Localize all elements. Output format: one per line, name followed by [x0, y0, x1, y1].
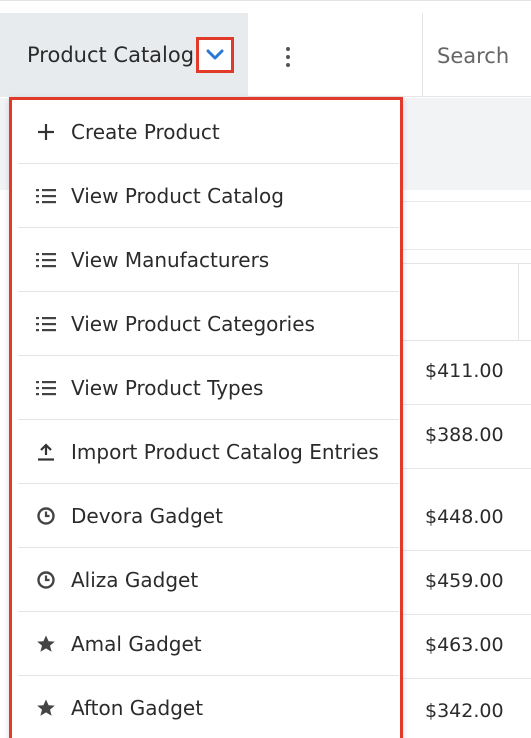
- module-name[interactable]: Product Catalog: [27, 43, 194, 67]
- table-row[interactable]: $448.00: [400, 487, 531, 551]
- menu-item-import-product-catalog-entries[interactable]: Import Product Catalog Entries: [18, 420, 399, 484]
- search-input[interactable]: [437, 41, 531, 71]
- menu-item-label: View Product Categories: [71, 311, 315, 336]
- list-icon: [33, 311, 59, 337]
- menu-item-label: View Product Catalog: [71, 183, 284, 208]
- menu-item-label: Create Product: [71, 119, 220, 144]
- list-icon: [33, 183, 59, 209]
- price-cell: $459.00: [425, 570, 504, 592]
- menu-item-label: Afton Gadget: [71, 695, 204, 720]
- table-row[interactable]: $463.00: [400, 615, 531, 679]
- column-header: [400, 263, 531, 341]
- price-cell: $448.00: [425, 506, 504, 528]
- menu-item-favorite-afton-gadget[interactable]: Afton Gadget: [18, 676, 399, 738]
- menu-item-label: View Manufacturers: [71, 247, 270, 272]
- module-dropdown-menu: Create Product View Product Catalog View…: [9, 97, 403, 738]
- column-divider: [518, 264, 519, 340]
- module-menu-toggle[interactable]: [196, 37, 234, 73]
- list-icon: [33, 247, 59, 273]
- table-row[interactable]: $411.00: [400, 341, 531, 405]
- menu-item-label: Amal Gadget: [71, 631, 202, 656]
- divider: [400, 249, 531, 250]
- search-area: [422, 13, 531, 97]
- price-cell: $411.00: [425, 360, 504, 382]
- menu-item-recent-devora-gadget[interactable]: Devora Gadget: [18, 484, 399, 548]
- star-icon: [33, 695, 59, 721]
- menu-item-create-product[interactable]: Create Product: [18, 100, 399, 164]
- menu-item-view-product-categories[interactable]: View Product Categories: [18, 292, 399, 356]
- menu-item-label: Devora Gadget: [71, 503, 223, 528]
- menu-item-view-product-types[interactable]: View Product Types: [18, 356, 399, 420]
- table-row[interactable]: $459.00: [400, 551, 531, 615]
- menu-item-view-product-catalog[interactable]: View Product Catalog: [18, 164, 399, 228]
- more-actions-button[interactable]: [270, 37, 306, 77]
- chevron-down-icon: [206, 49, 224, 60]
- clock-icon: [33, 567, 59, 593]
- star-icon: [33, 631, 59, 657]
- table-row[interactable]: $342.00: [400, 681, 531, 738]
- menu-item-label: Aliza Gadget: [71, 567, 199, 592]
- divider: [400, 201, 531, 202]
- menu-item-label: View Product Types: [71, 375, 264, 400]
- plus-icon: [33, 119, 59, 145]
- top-navigation-bar: Product Catalog: [0, 13, 531, 97]
- price-cell: $463.00: [425, 634, 504, 656]
- vertical-dots-icon: [286, 47, 290, 67]
- menu-item-favorite-amal-gadget[interactable]: Amal Gadget: [18, 612, 399, 676]
- clock-icon: [33, 503, 59, 529]
- upload-icon: [33, 439, 59, 465]
- price-cell: $388.00: [425, 424, 504, 446]
- module-tab[interactable]: Product Catalog: [0, 13, 248, 97]
- price-cell: $342.00: [425, 700, 504, 722]
- menu-item-label: Import Product Catalog Entries: [71, 439, 379, 464]
- app-window: Product Catalog $411.00 $388.00 $448.00: [0, 0, 531, 738]
- table-row[interactable]: $388.00: [400, 405, 531, 469]
- menu-item-view-manufacturers[interactable]: View Manufacturers: [18, 228, 399, 292]
- list-icon: [33, 375, 59, 401]
- menu-item-recent-aliza-gadget[interactable]: Aliza Gadget: [18, 548, 399, 612]
